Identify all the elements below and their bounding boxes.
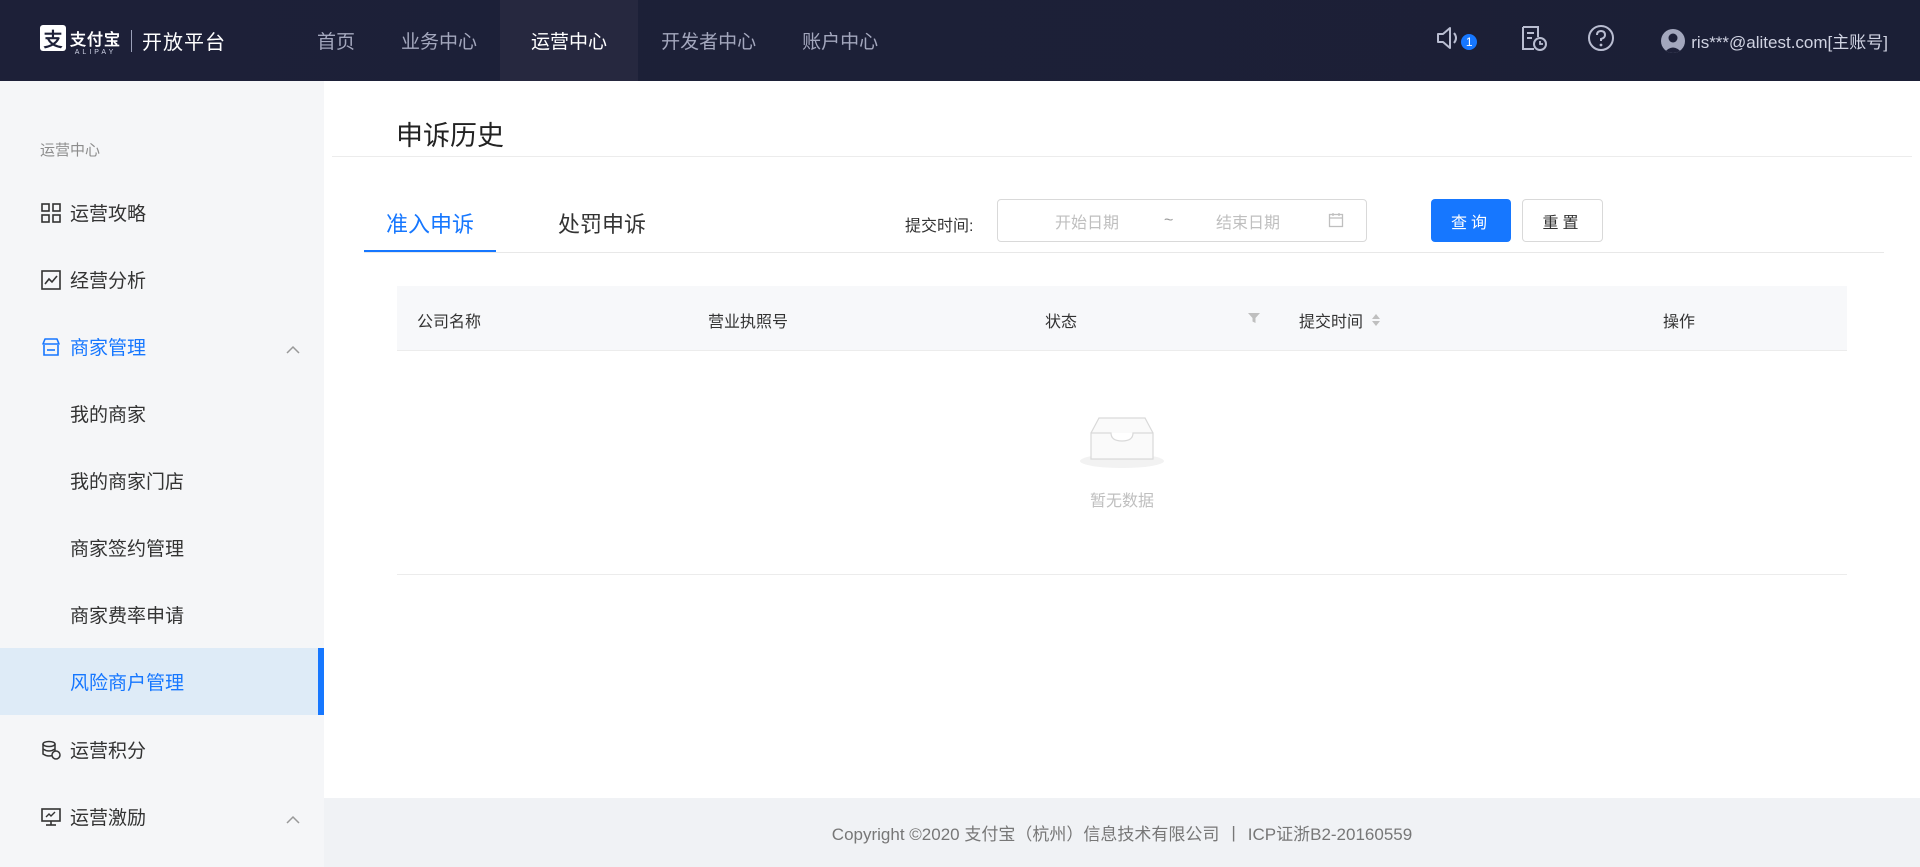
sidebar-item-label: 商家管理 [70, 338, 147, 359]
notification-button[interactable]: 1 [1435, 25, 1478, 56]
sidebar-item-my-merchants[interactable]: 我的商家 [0, 380, 324, 447]
footer: Copyright ©2020 支付宝（杭州）信息技术有限公司 | ICP证浙B… [324, 798, 1920, 867]
nav-item-account-center[interactable]: 账户中心 [779, 0, 901, 81]
sidebar-section-title: 运营中心 [40, 142, 101, 159]
sidebar-item-label: 运营攻略 [70, 204, 147, 225]
tab-penalty-appeal[interactable]: 处罚申诉 [536, 201, 668, 253]
chart-icon [40, 269, 62, 291]
sidebar-item-risk-merchant-management[interactable]: 风险商户管理 [0, 648, 324, 715]
page-title: 申诉历史 [396, 121, 504, 151]
column-license-number: 营业执照号 [708, 314, 789, 331]
speaker-icon [1435, 25, 1463, 56]
sidebar: 运营中心 运营攻略 经营分析 商家管理 我的商家 我的商家门店 商家签约管理 商… [0, 81, 324, 867]
column-actions: 操作 [1663, 314, 1696, 331]
tab-access-appeal[interactable]: 准入申诉 [364, 201, 497, 253]
user-account: ris***@alitest.com[主账号] [1691, 33, 1888, 52]
help-icon [1587, 24, 1615, 57]
main-nav: 首页 业务中心 运营中心 开发者中心 账户中心 [294, 0, 901, 81]
footer-icp-link[interactable]: ICP证浙B2-20160559 [1248, 820, 1412, 845]
date-separator: ~ [1164, 211, 1174, 229]
filter-icon[interactable] [1247, 311, 1261, 325]
sidebar-item-operations-points[interactable]: 运营积分 [0, 716, 324, 783]
empty-text: 暂无数据 [1089, 493, 1154, 510]
table-header: 公司名称 营业执照号 状态 提交时间 操作 [397, 286, 1847, 351]
start-date-input[interactable]: 开始日期 [1055, 209, 1119, 233]
column-status: 状态 [1045, 314, 1078, 331]
user-avatar-icon [1661, 28, 1686, 53]
sidebar-item-operations-guide[interactable]: 运营攻略 [0, 179, 324, 246]
calendar-icon [1328, 212, 1344, 233]
tabs-divider [364, 252, 1884, 253]
monitor-icon [40, 806, 62, 828]
brand-divider [131, 29, 133, 52]
appeal-table: 公司名称 营业执照号 状态 提交时间 操作 暂无数据 [397, 286, 1847, 575]
table-body-empty: 暂无数据 [397, 351, 1847, 575]
brand[interactable]: 支 支付宝 ALIPAY 开放平台 [40, 0, 226, 81]
submit-time-label: 提交时间: [905, 218, 974, 235]
sidebar-item-label: 我的商家 [70, 405, 147, 426]
user-menu[interactable]: ris***@alitest.com[主账号] [1661, 28, 1888, 53]
platform-name: 开放平台 [142, 32, 227, 54]
sidebar-item-operations-incentives[interactable]: 运营激励 [0, 783, 324, 850]
sidebar-item-label: 商家费率申请 [70, 606, 185, 627]
chevron-up-icon [286, 809, 300, 831]
alipay-logo-icon: 支 [40, 25, 66, 51]
date-range-picker[interactable]: 开始日期 ~ 结束日期 [997, 199, 1367, 242]
top-header: 支 支付宝 ALIPAY 开放平台 首页 业务中心 运营中心 开发者中心 账户中… [0, 0, 1920, 81]
store-icon [40, 336, 62, 358]
nav-item-business-center[interactable]: 业务中心 [378, 0, 500, 81]
footer-copyright: Copyright ©2020 支付宝（杭州）信息技术有限公司 [831, 825, 1220, 844]
logo-text-en: ALIPAY [74, 49, 117, 56]
logo-text-cn: 支付宝 [70, 32, 122, 49]
nav-item-operations-center[interactable]: 运营中心 [500, 0, 639, 81]
column-submit-time[interactable]: 提交时间 [1299, 308, 1381, 332]
help-button[interactable] [1587, 24, 1615, 57]
alipay-logo: 支 支付宝 ALIPAY [40, 25, 121, 56]
sidebar-item-label: 经营分析 [70, 271, 147, 292]
main-content: 申诉历史 准入申诉 处罚申诉 提交时间: 开始日期 ~ 结束日期 查询 重置 公… [324, 81, 1920, 867]
notification-badge: 1 [1461, 33, 1478, 50]
footer-separator: | [1231, 822, 1236, 842]
sort-icon [1371, 312, 1381, 328]
sidebar-item-merchant-management[interactable]: 商家管理 [0, 313, 324, 380]
sidebar-item-label: 商家签约管理 [70, 539, 185, 560]
title-divider [332, 156, 1912, 157]
header-actions: 1 ris***@alitest.com[主账号] [1435, 0, 1920, 81]
sidebar-item-label: 风险商户管理 [70, 673, 185, 694]
chevron-up-icon [286, 339, 300, 361]
sidebar-item-merchant-contract-management[interactable]: 商家签约管理 [0, 514, 324, 581]
sidebar-item-label: 我的商家门店 [70, 472, 185, 493]
column-company-name: 公司名称 [417, 314, 482, 331]
grid-icon [40, 202, 62, 224]
appeal-tabs: 准入申诉 处罚申诉 [364, 201, 668, 253]
end-date-input[interactable]: 结束日期 [1216, 209, 1280, 233]
coins-icon [40, 739, 62, 761]
sidebar-item-merchant-rate-application[interactable]: 商家费率申请 [0, 581, 324, 648]
reset-button[interactable]: 重置 [1522, 199, 1603, 242]
nav-item-developer-center[interactable]: 开发者中心 [638, 0, 779, 81]
sidebar-item-business-analysis[interactable]: 经营分析 [0, 246, 324, 313]
task-history-button[interactable] [1519, 24, 1549, 57]
document-clock-icon [1519, 24, 1549, 57]
sidebar-item-my-merchant-stores[interactable]: 我的商家门店 [0, 447, 324, 514]
empty-box-icon [1077, 413, 1167, 476]
query-button[interactable]: 查询 [1431, 199, 1511, 242]
column-submit-time-label: 提交时间 [1299, 314, 1364, 331]
sidebar-item-label: 运营激励 [70, 808, 147, 829]
nav-item-home[interactable]: 首页 [294, 0, 378, 81]
sidebar-item-label: 运营积分 [70, 741, 147, 762]
